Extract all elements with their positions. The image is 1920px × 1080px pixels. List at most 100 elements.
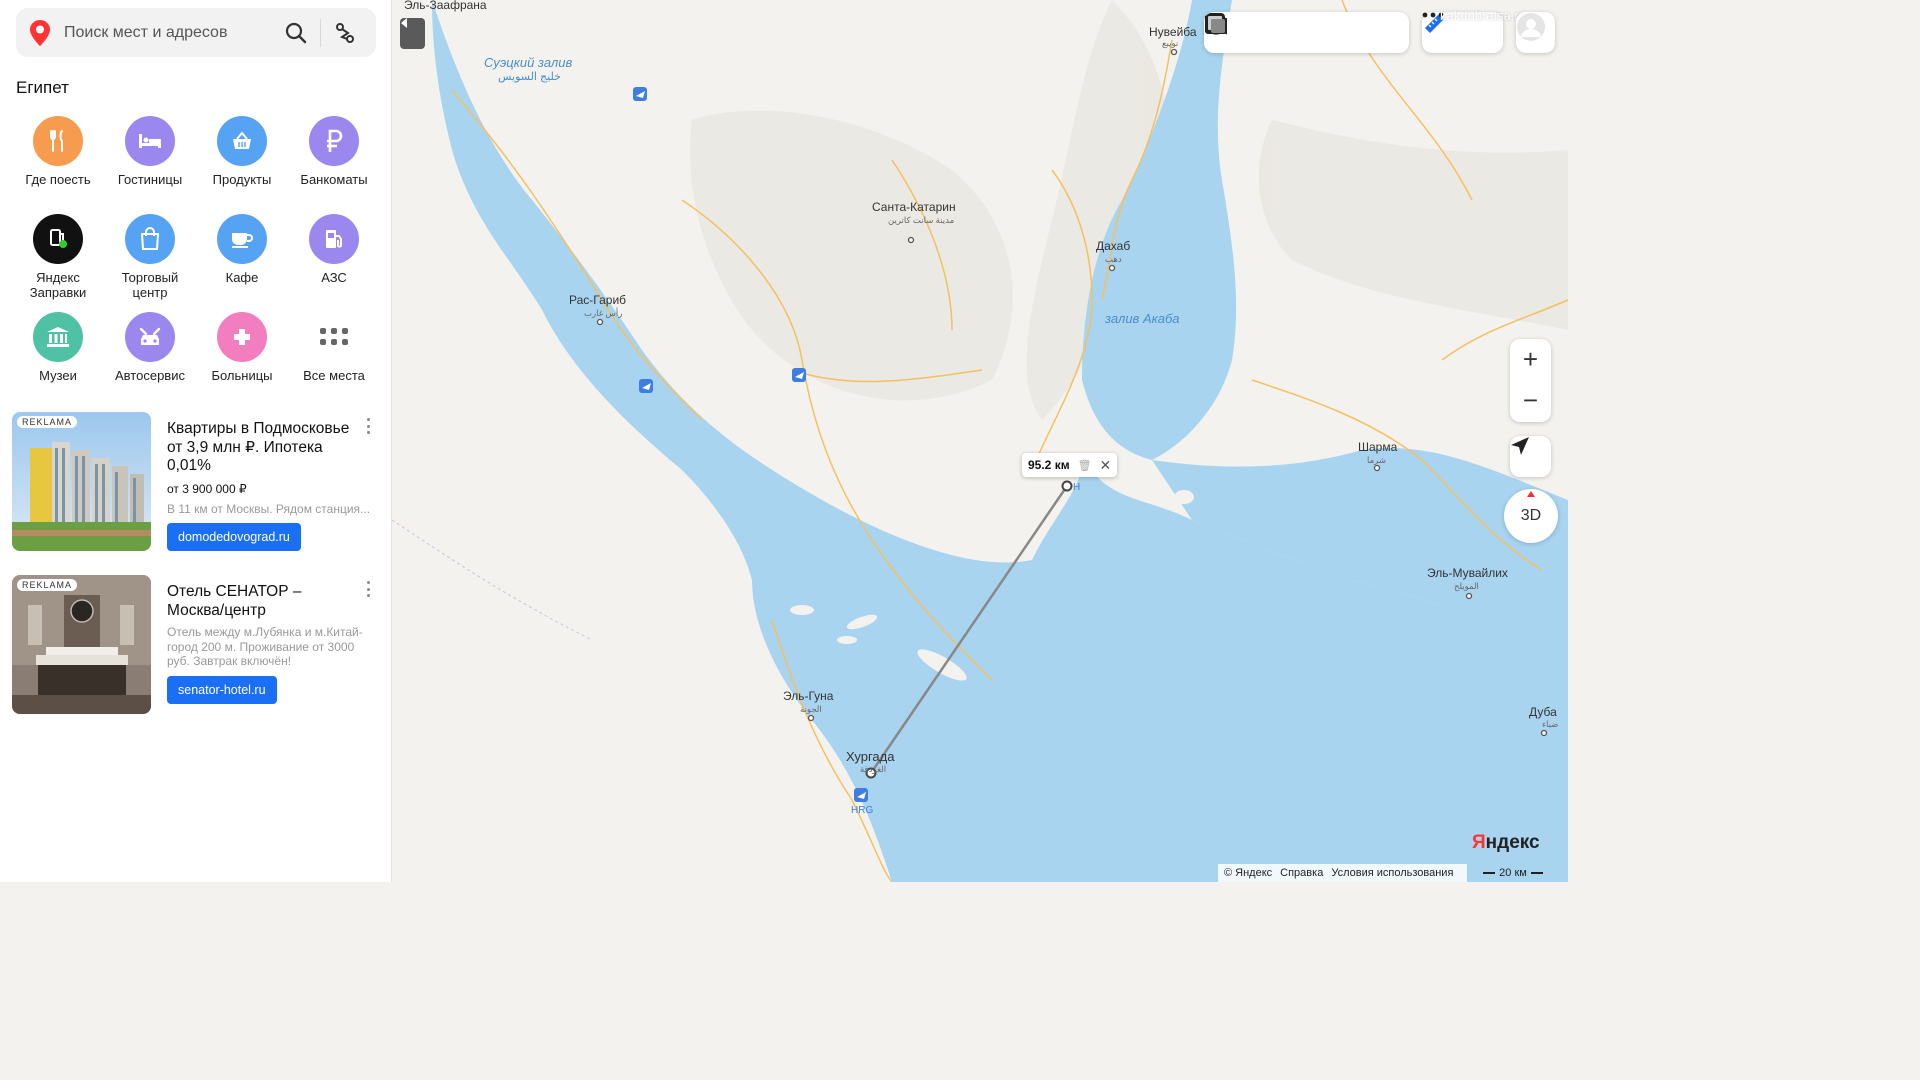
ad-title[interactable]: Квартиры в Подмосковье от 3,9 млн ₽. Ипо… (167, 420, 362, 476)
map-type-button[interactable] (1206, 14, 1401, 49)
label-ras-gharib: Рас-Гариб (569, 293, 626, 307)
ad-image-apartments[interactable]: REKLAMA (12, 412, 151, 551)
panorama-layer-button[interactable] (1205, 15, 1283, 49)
fork-knife-icon (33, 116, 83, 166)
zoom-out-button[interactable]: − (1510, 380, 1551, 421)
map-footer: © Яндекс Справка Условия использования (1218, 864, 1468, 882)
label-nuweiba: Нувейба (1149, 25, 1197, 39)
ad-title[interactable]: Отель СЕНАТОР – Москва/центр (167, 583, 362, 620)
avatar-icon (1517, 13, 1545, 41)
measurement-tooltip: 95.2 км 🗑 ✕ (1022, 453, 1118, 477)
label-gulf-aqaba: залив Акаба (1104, 311, 1180, 326)
label-ras-gharib-ar: رأس غارب (584, 307, 622, 318)
basket-icon (217, 116, 267, 166)
category-hotels[interactable]: Гостиницы (104, 116, 196, 202)
location-arrow-icon (1511, 437, 1529, 455)
search-icon (285, 22, 307, 43)
trash-icon[interactable]: 🗑 (1078, 459, 1092, 472)
category-atm[interactable]: Банкоматы (288, 116, 380, 202)
search-input[interactable] (64, 23, 278, 42)
chevron-left-icon (401, 18, 407, 28)
grid-dots-icon (309, 312, 359, 362)
label-dahab: Дахаб (1096, 239, 1130, 253)
region-title: Египет (16, 78, 69, 97)
measure-point-start[interactable] (1061, 480, 1073, 492)
ad-card[interactable]: REKLAMA Квартиры в Подмосковье от 3,9 мл… (12, 412, 378, 552)
collapse-sidebar-button[interactable] (400, 18, 425, 49)
bed-icon (125, 116, 175, 166)
label-muwaylih-ar: المويلح (1454, 581, 1479, 591)
label-sharm-partial: Н (1073, 482, 1080, 493)
terms-link[interactable]: Условия использования (1331, 867, 1453, 879)
shopping-bag-icon (125, 214, 175, 264)
category-groceries[interactable]: Продукты (196, 116, 288, 202)
category-cafe[interactable]: Кафе (196, 214, 288, 300)
airport-icon[interactable] (792, 368, 806, 382)
airport-icon[interactable] (854, 788, 868, 802)
category-label: Гостиницы (117, 172, 183, 187)
category-label: Автосервис (115, 368, 185, 383)
copyright-link[interactable]: © Яндекс (1224, 867, 1272, 879)
airport-icon[interactable] (639, 379, 653, 393)
ad-price: от 3 900 000 ₽ (167, 482, 247, 496)
category-label: Яндекс Заправки (29, 270, 87, 300)
gas-station-icon (309, 214, 359, 264)
cross-icon (217, 312, 267, 362)
search-divider (320, 18, 321, 47)
category-label: Кафе (225, 270, 259, 285)
category-all-places[interactable]: Все места (288, 312, 380, 398)
ad-link-button[interactable]: senator-hotel.ru (167, 676, 277, 704)
label-hrg: HRG (851, 805, 873, 816)
measurement-distance: 95.2 км (1028, 458, 1070, 472)
layers-icon (1206, 14, 1225, 33)
logo-first-letter: Я (1472, 832, 1486, 853)
yandex-logo[interactable]: Яндекс (1472, 832, 1540, 854)
category-food[interactable]: Где поесть (12, 116, 104, 202)
ad-description: Отель между м.Лубянка и м.Китай-город 20… (167, 625, 363, 668)
label-santa-katarin: Санта-Катарин (872, 200, 956, 214)
map-scale: 20 км (1477, 864, 1549, 882)
label-suez-gulf: Суэцкий залив (484, 55, 572, 70)
category-hospitals[interactable]: Больницы (196, 312, 288, 398)
label-santa-katarin-ar: مدينة سانت كاترين (888, 215, 954, 225)
category-label: Музеи (39, 368, 77, 383)
label-hurghada-ar: الغردقة (860, 764, 886, 774)
category-label: Продукты (212, 172, 272, 187)
category-yandex-fuel[interactable]: Яндекс Заправки (12, 214, 104, 300)
ruble-icon (309, 116, 359, 166)
label-suez-gulf-ar: خليج السويس (498, 71, 561, 83)
search-button[interactable] (278, 15, 314, 51)
ad-image-hotel[interactable]: REKLAMA (12, 575, 151, 714)
map-canvas[interactable]: Эль-Заафрана Суэцкий залив خليج السويس Н… (392, 0, 1568, 882)
transit-layer-button[interactable] (1207, 13, 1362, 49)
photos-layer-button[interactable] (1205, 15, 1322, 49)
fuel-icon (33, 214, 83, 264)
route-icon (336, 22, 354, 43)
ad-link-button[interactable]: domodedovograd.ru (167, 523, 301, 551)
category-car-service[interactable]: Автосервис (104, 312, 196, 398)
ad-card[interactable]: REKLAMA Отель СЕНАТОР – Москва/центр Оте… (12, 575, 378, 715)
label-duba-ar: ضباء (1542, 719, 1558, 729)
search-bar (16, 8, 376, 57)
map-graphic[interactable]: Эль-Заафрана Суэцкий залив خليج السويس Н… (392, 0, 1568, 882)
ad-more-button[interactable] (362, 416, 374, 436)
geolocation-button[interactable] (1510, 436, 1551, 477)
help-link[interactable]: Справка (1280, 867, 1323, 879)
close-icon[interactable]: ✕ (1100, 457, 1112, 474)
label-duba: Дуба (1529, 705, 1557, 719)
category-label: Банкоматы (300, 172, 368, 187)
zoom-in-button[interactable]: + (1510, 339, 1551, 380)
label-zafarana: Эль-Заафрана (404, 0, 487, 12)
category-museums[interactable]: Музеи (12, 312, 104, 398)
category-gas-station[interactable]: АЗС (288, 214, 380, 300)
ad-description: В 11 км от Москвы. Рядом станция... (167, 502, 371, 516)
cup-icon (217, 214, 267, 264)
category-mall[interactable]: Торговый центр (104, 214, 196, 300)
user-avatar-button[interactable] (1516, 12, 1555, 53)
3d-toggle-button[interactable]: 3D (1504, 489, 1558, 543)
ad-more-button[interactable] (362, 579, 374, 599)
airport-icon[interactable] (633, 87, 647, 101)
logo-text: ндекс (1485, 832, 1540, 853)
route-button[interactable] (327, 15, 363, 51)
compass-north-icon (1527, 491, 1535, 497)
